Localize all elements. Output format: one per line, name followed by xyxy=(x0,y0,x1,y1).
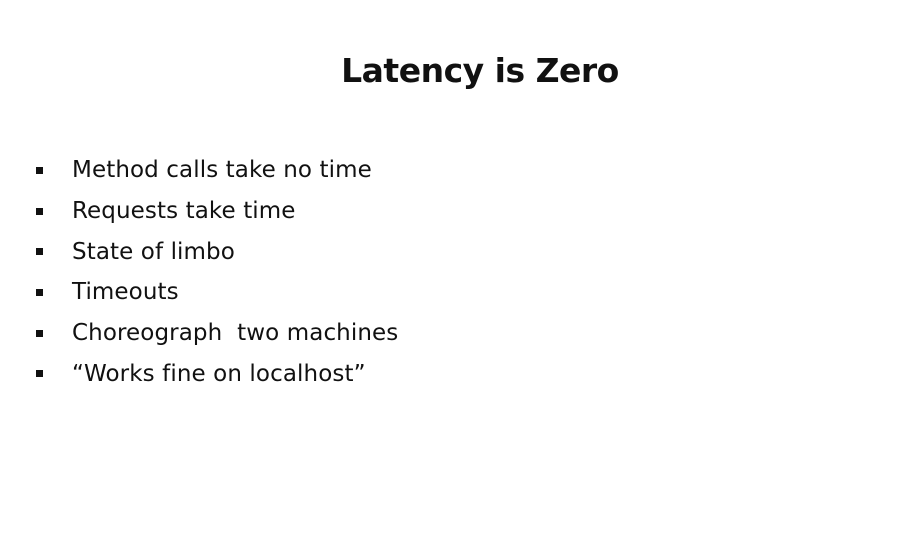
bullet-text: State of limbo xyxy=(72,238,235,265)
list-item: Timeouts xyxy=(36,272,398,313)
square-bullet-icon xyxy=(36,370,43,378)
square-bullet-icon xyxy=(36,207,43,215)
slide: Latency is Zero Method calls take no tim… xyxy=(0,0,905,557)
list-item: Choreograph two machines xyxy=(36,313,398,354)
list-item: State of limbo xyxy=(36,231,398,272)
bullet-text: Method calls take no time xyxy=(72,157,372,184)
bullet-list: Method calls take no time Requests take … xyxy=(36,150,398,394)
bullet-text: “Works fine on localhost” xyxy=(72,360,366,387)
square-bullet-icon xyxy=(36,329,43,337)
square-bullet-icon xyxy=(36,248,43,256)
bullet-text: Choreograph two machines xyxy=(72,320,399,347)
list-item: Requests take time xyxy=(36,191,398,232)
bullet-text: Timeouts xyxy=(72,279,179,306)
slide-title: Latency is Zero xyxy=(341,51,619,90)
list-item: Method calls take no time xyxy=(36,150,398,191)
list-item: “Works fine on localhost” xyxy=(36,353,398,394)
bullet-text: Requests take time xyxy=(72,198,296,225)
square-bullet-icon xyxy=(36,166,43,174)
square-bullet-icon xyxy=(36,288,43,296)
